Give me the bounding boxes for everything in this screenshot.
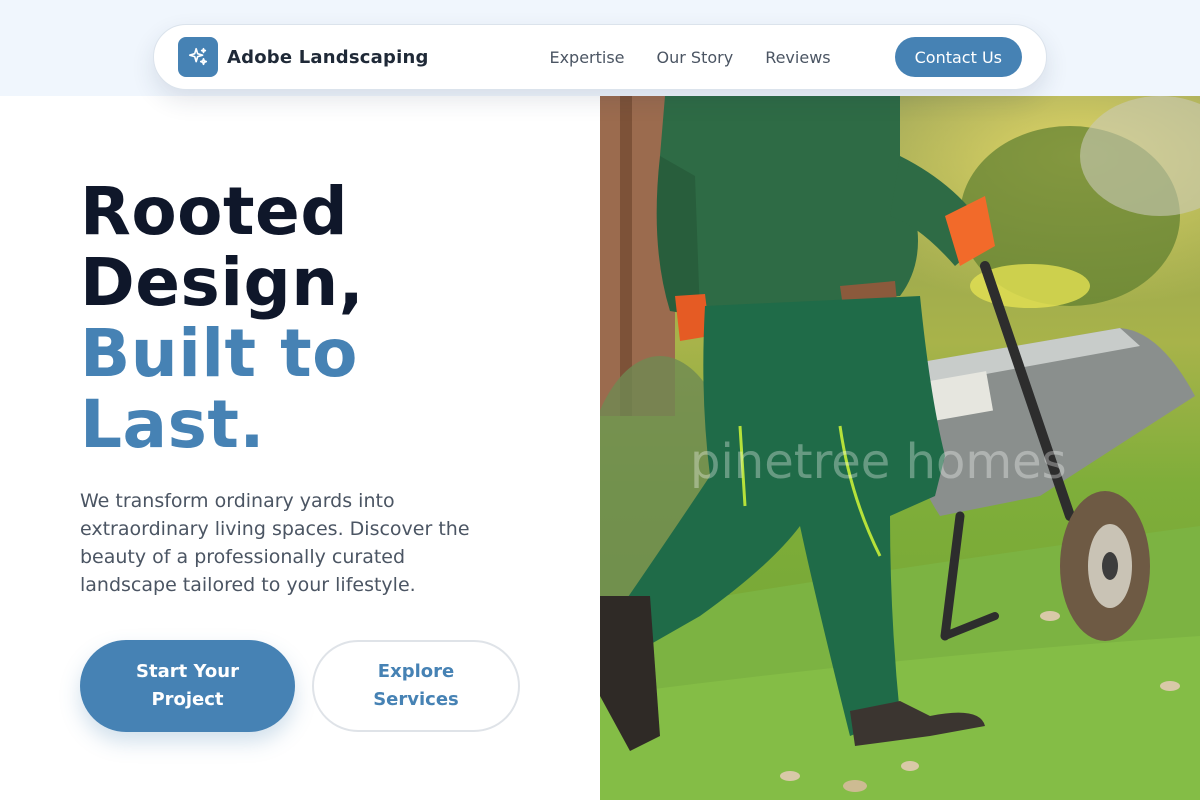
- headline-line-1: Rooted: [80, 173, 349, 250]
- photo-watermark: pinetree homes: [690, 434, 1067, 490]
- nav-link-reviews[interactable]: Reviews: [765, 48, 830, 67]
- brand-name: Adobe Landscaping: [227, 46, 429, 68]
- headline-accent-line-2: Last.: [80, 386, 265, 463]
- headline-accent-line-1: Built to: [80, 315, 358, 392]
- hero-photo-gardener-wheelbarrow: pinetree homes: [600, 96, 1200, 800]
- hero-headline: Rooted Design, Built to Last.: [80, 176, 560, 460]
- top-navbar: Adobe Landscaping Expertise Our Story Re…: [153, 24, 1047, 90]
- hero-description: We transform ordinary yards into extraor…: [80, 490, 470, 596]
- hero-cta-row: Start Your Project Explore Services: [80, 640, 520, 732]
- sparkles-icon: [178, 37, 218, 77]
- brand-logo[interactable]: Adobe Landscaping: [178, 37, 429, 77]
- contact-us-button[interactable]: Contact Us: [894, 37, 1022, 77]
- explore-services-button[interactable]: Explore Services: [312, 640, 520, 732]
- headline-line-2: Design,: [80, 244, 365, 321]
- start-project-button[interactable]: Start Your Project: [80, 640, 295, 732]
- nav-link-our-story[interactable]: Our Story: [657, 48, 734, 67]
- hero-content: Rooted Design, Built to Last. We transfo…: [80, 176, 560, 599]
- nav-links: Expertise Our Story Reviews Contact Us: [549, 37, 1022, 77]
- nav-link-expertise[interactable]: Expertise: [549, 48, 624, 67]
